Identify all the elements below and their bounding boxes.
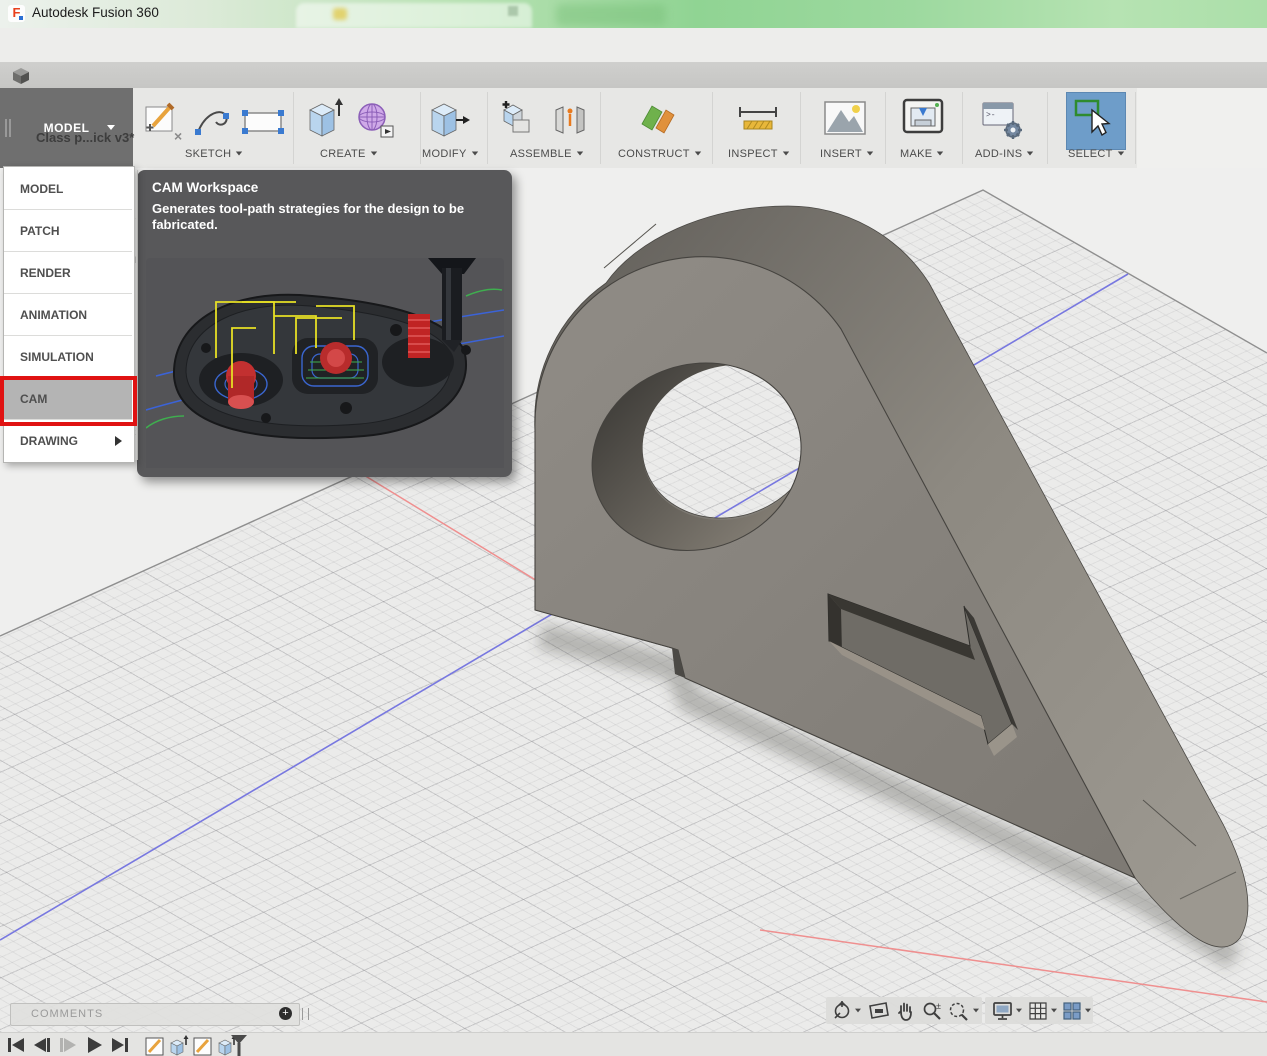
add-ins-scripts-icon[interactable]: >-	[980, 100, 1026, 142]
look-at-icon[interactable]	[868, 1001, 890, 1021]
timeline-feature-extrude[interactable]	[171, 1035, 189, 1055]
fit-caret[interactable]	[973, 1009, 979, 1013]
document-tab-close-icon[interactable]: ×	[174, 128, 182, 144]
add-comment-icon[interactable]: +	[279, 1007, 292, 1020]
cam-preview-image	[146, 258, 504, 473]
zoom-icon[interactable]: ±	[922, 1001, 944, 1021]
title-bar: F Autodesk Fusion 360	[0, 0, 1267, 28]
timeline-features	[145, 1035, 255, 1056]
submenu-arrow-icon	[115, 436, 122, 446]
extrude-icon[interactable]	[305, 98, 345, 140]
group-label-make[interactable]: MAKE	[900, 148, 944, 160]
axis-line-red-right	[760, 930, 1267, 1002]
comments-grip[interactable]	[302, 1008, 309, 1020]
construct-plane-icon[interactable]	[638, 98, 680, 140]
grid-display-icon[interactable]	[1028, 1001, 1048, 1021]
grid-caret[interactable]	[1051, 1009, 1057, 1013]
workspace-switcher-button[interactable]: MODEL	[0, 88, 133, 168]
orbit-caret[interactable]	[855, 1009, 861, 1013]
fusion360-window: F Autodesk Fusion 360	[0, 0, 1267, 1056]
new-component-icon[interactable]	[498, 100, 538, 140]
fit-icon[interactable]	[948, 1001, 970, 1021]
viewports-icon[interactable]	[1062, 1001, 1082, 1021]
timeline-transport	[8, 1037, 138, 1053]
menu-item-drawing[interactable]: DRAWING	[4, 421, 132, 462]
panel-grip	[5, 119, 7, 137]
menu-item-patch[interactable]: PATCH	[4, 211, 132, 252]
menu-item-render[interactable]: RENDER	[4, 253, 132, 294]
spline-icon[interactable]	[194, 104, 234, 138]
display-settings-icon[interactable]	[992, 1001, 1014, 1021]
menu-item-simulation[interactable]: SIMULATION	[4, 337, 132, 378]
group-label-sketch[interactable]: SKETCH	[185, 148, 243, 160]
timeline-bar	[0, 1032, 1267, 1056]
group-label-insert[interactable]: INSERT	[820, 148, 874, 160]
group-label-inspect[interactable]: INSPECT	[728, 148, 790, 160]
document-tab-label: Class p...ick v3*	[36, 130, 134, 145]
background-browser-tab	[296, 3, 532, 28]
comments-label: COMMENTS	[31, 1008, 103, 1020]
fusion-app-icon[interactable]: F	[8, 5, 25, 22]
joint-icon[interactable]	[550, 100, 590, 140]
group-label-modify[interactable]: MODIFY	[422, 148, 479, 160]
make-3d-print-icon[interactable]	[900, 96, 946, 142]
display-caret[interactable]	[1016, 1009, 1022, 1013]
timeline-feature-sketch-2[interactable]	[194, 1038, 211, 1055]
group-label-select[interactable]: SELECT	[1068, 148, 1125, 160]
rectangle-icon[interactable]	[241, 108, 285, 136]
background-blur	[556, 4, 666, 26]
quick-access-toolbar	[0, 28, 1267, 63]
window-title: Autodesk Fusion 360	[32, 5, 159, 20]
cam-highlight-box	[0, 376, 137, 426]
pan-icon[interactable]	[896, 1001, 916, 1021]
orbit-icon[interactable]	[832, 1001, 852, 1021]
group-label-assemble[interactable]: ASSEMBLE	[510, 148, 584, 160]
skip-to-end-icon[interactable]	[112, 1038, 128, 1052]
comments-bar[interactable]: COMMENTS +	[10, 1003, 300, 1026]
select-cursor-icon	[1072, 98, 1118, 144]
insert-image-icon[interactable]	[823, 98, 867, 138]
group-label-create[interactable]: CREATE	[320, 148, 378, 160]
viewports-caret[interactable]	[1085, 1009, 1091, 1013]
timeline-feature-sketch[interactable]	[146, 1038, 163, 1055]
step-back-icon[interactable]	[34, 1038, 50, 1052]
cam-workspace-tooltip: CAM Workspace Generates tool-path strate…	[137, 170, 512, 477]
svg-text:±: ±	[936, 1001, 941, 1011]
background-tab-favicon	[333, 8, 347, 20]
group-label-construct[interactable]: CONSTRUCT	[618, 148, 702, 160]
press-pull-icon[interactable]	[428, 100, 470, 140]
svg-text:>-: >-	[986, 111, 996, 120]
background-tab-close	[508, 6, 518, 16]
document-tab-bar: Class p...ick v3* ×	[0, 62, 1267, 88]
document-cube-icon	[12, 67, 30, 84]
menu-item-model[interactable]: MODEL	[4, 169, 132, 210]
play-icon[interactable]	[88, 1037, 102, 1053]
skip-to-start-icon[interactable]	[8, 1038, 24, 1052]
group-label-add-ins[interactable]: ADD-INS	[975, 148, 1034, 160]
tooltip-body: Generates tool-path strategies for the d…	[152, 201, 472, 233]
step-forward-icon[interactable]	[60, 1038, 76, 1052]
measure-icon[interactable]	[738, 104, 778, 138]
form-icon[interactable]	[355, 100, 397, 140]
tooltip-title: CAM Workspace	[152, 180, 258, 195]
menu-item-animation[interactable]: ANIMATION	[4, 295, 132, 336]
